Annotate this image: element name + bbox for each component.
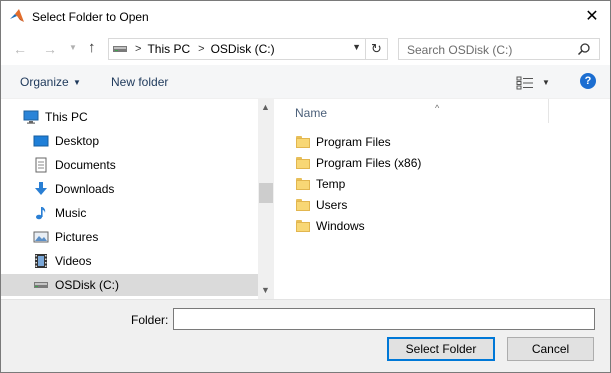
tree-item-videos[interactable]: Videos [33,250,258,272]
select-folder-dialog: Select Folder to Open ✕ ← → ▼ ↑ > This P… [0,0,611,373]
close-button[interactable]: ✕ [582,6,602,26]
folder-icon [296,136,310,148]
refresh-icon: ↻ [371,41,382,56]
search-icon[interactable] [577,42,591,56]
scroll-down-arrow-icon[interactable]: ▼ [261,285,270,295]
recent-locations-chevron-icon[interactable]: ▼ [69,43,77,52]
cancel-button[interactable]: Cancel [507,337,594,361]
breadcrumb-separator: > [135,43,142,55]
drive-icon [34,282,48,288]
close-icon: ✕ [585,8,599,25]
tree-item-music[interactable]: Music [33,202,258,224]
tree-item-label: Downloads [55,182,115,196]
tree-item-this-pc[interactable]: This PC [23,106,258,128]
list-item-label: Temp [316,177,346,191]
help-icon[interactable]: ? [580,73,596,89]
navigation-pane-scrollbar[interactable]: ▲ ▼ [258,99,274,299]
scrollbar-thumb[interactable] [259,183,273,203]
list-item[interactable]: Users [296,195,347,215]
new-folder-button[interactable]: New folder [111,75,168,89]
drive-icon [113,46,127,52]
tree-item-label: Videos [55,254,92,268]
list-item-label: Windows [316,219,365,233]
tree-item-downloads[interactable]: Downloads [33,178,258,200]
dialog-footer: Folder: Select Folder Cancel [1,299,610,372]
up-arrow-icon[interactable]: ↑ [88,39,96,56]
list-item-label: Program Files [316,135,391,149]
folder-icon [296,220,310,232]
organize-button[interactable]: Organize [20,75,69,89]
computer-icon [23,110,39,124]
navigation-pane[interactable]: This PC Desktop Documents Downloads Musi… [1,99,258,299]
refresh-button[interactable]: ↻ [365,39,387,59]
back-arrow-icon[interactable]: ← [13,41,27,57]
folder-input[interactable] [173,308,595,330]
breadcrumb-this-pc[interactable]: This PC [147,42,190,56]
command-toolbar: Organize ▼ New folder ▼ ? [1,65,610,99]
list-item[interactable]: Windows [296,216,365,236]
tree-item-documents[interactable]: Documents [33,154,258,176]
tree-item-osdisk[interactable]: OSDisk (C:) [1,274,258,296]
address-bar[interactable]: > This PC > OSDisk (C:) ▼ ↻ [108,38,388,60]
search-box[interactable]: Search OSDisk (C:) [398,38,600,60]
scroll-up-arrow-icon[interactable]: ▲ [261,102,270,112]
folder-icon [296,157,310,169]
column-divider[interactable] [548,99,549,123]
select-folder-button[interactable]: Select Folder [387,337,495,361]
forward-arrow-icon[interactable]: → [43,41,57,57]
tree-item-label: Desktop [55,134,100,148]
tree-item-label: OSDisk (C:) [55,278,119,292]
search-placeholder: Search OSDisk (C:) [407,43,513,57]
list-item-label: Program Files (x86) [316,156,422,170]
sort-ascending-icon: ^ [435,103,440,113]
column-header-name[interactable]: Name ^ [295,103,439,120]
breadcrumb-separator: > [198,43,205,55]
tree-item-label: Pictures [55,230,99,244]
help-glyph: ? [584,75,592,87]
desktop-icon [33,135,49,147]
breadcrumb-osdisk[interactable]: OSDisk (C:) [211,42,275,56]
list-item-label: Users [316,198,348,212]
view-chevron-icon[interactable]: ▼ [542,78,550,87]
pictures-icon [33,231,49,243]
view-options-icon[interactable] [516,76,534,90]
list-item[interactable]: Temp [296,174,345,194]
tree-item-label: Documents [55,158,116,172]
tree-item-pictures[interactable]: Pictures [33,226,258,248]
address-dropdown-chevron-icon[interactable]: ▼ [352,42,361,52]
file-list[interactable]: Name ^ Program Files Program Files (x86)… [274,99,610,299]
folder-label: Folder: [131,313,169,327]
tree-item-label: Music [55,206,87,220]
music-icon [36,207,46,220]
downloads-icon [35,182,47,195]
organize-chevron-icon[interactable]: ▼ [73,78,81,87]
window-title: Select Folder to Open [32,10,149,24]
list-item[interactable]: Program Files [296,132,391,152]
tree-item-desktop[interactable]: Desktop [33,130,258,152]
matlab-icon [10,9,24,22]
folder-icon [296,199,310,211]
list-item[interactable]: Program Files (x86) [296,153,421,173]
tree-item-label: This PC [45,110,88,124]
documents-icon [35,157,47,173]
folder-icon [296,178,310,190]
column-header-label: Name [295,106,328,120]
videos-icon [35,254,47,268]
title-bar: Select Folder to Open ✕ [1,1,610,32]
